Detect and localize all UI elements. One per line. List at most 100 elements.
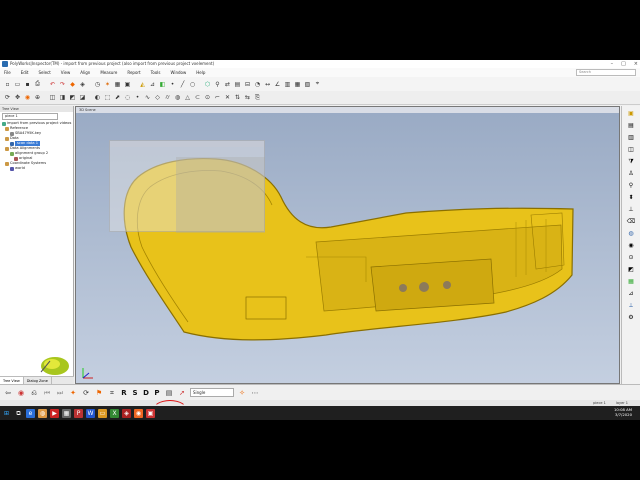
print-icon[interactable]: ⎙ bbox=[33, 80, 42, 89]
menu-window[interactable]: Window bbox=[170, 68, 186, 77]
section-icon[interactable]: ⊟ bbox=[243, 80, 252, 89]
cube-icon[interactable]: ▣ bbox=[123, 80, 132, 89]
view-iso-icon[interactable]: ◪ bbox=[78, 93, 87, 102]
undo-icon[interactable]: ↶ bbox=[48, 80, 57, 89]
search-input[interactable]: Search bbox=[576, 69, 636, 76]
firefox-icon[interactable]: ◉ bbox=[134, 408, 143, 418]
tab-tree-view[interactable]: Tree View bbox=[0, 377, 24, 384]
vertex-icon[interactable]: ✕ bbox=[223, 93, 232, 102]
angle-icon[interactable]: ∠ bbox=[273, 80, 282, 89]
table-icon[interactable]: ▥ bbox=[283, 80, 292, 89]
walk-icon[interactable]: ⚲ bbox=[626, 182, 636, 190]
dot-icon[interactable]: • bbox=[133, 93, 142, 102]
menu-tools[interactable]: Tools bbox=[151, 68, 161, 77]
options-icon[interactable]: ⋯ bbox=[250, 388, 260, 398]
align-icon[interactable]: ◭ bbox=[138, 80, 147, 89]
sparkle-icon[interactable]: ✧ bbox=[237, 388, 247, 398]
s-button[interactable]: S bbox=[131, 389, 139, 397]
menu-measure[interactable]: Measure bbox=[100, 68, 117, 77]
trash-icon[interactable]: ⌫ bbox=[626, 218, 636, 226]
circle-icon[interactable]: ○ bbox=[188, 80, 197, 89]
settings-icon[interactable]: ⚙ bbox=[626, 314, 636, 322]
select-icon[interactable]: ⬈ bbox=[113, 93, 122, 102]
calculator-icon[interactable]: ▦ bbox=[62, 408, 71, 418]
maximize-icon[interactable]: □ bbox=[621, 60, 626, 68]
save-icon[interactable]: ▪ bbox=[23, 80, 32, 89]
media-icon[interactable]: ▶ bbox=[50, 408, 59, 418]
3d-viewport[interactable]: 3D Scene bbox=[75, 106, 620, 384]
display-icon[interactable]: ▥ bbox=[626, 134, 636, 142]
minimize-icon[interactable]: – bbox=[611, 60, 614, 68]
flip-icon[interactable]: ⇅ bbox=[233, 93, 242, 102]
edge-browser-icon[interactable]: e bbox=[26, 408, 35, 418]
play-back-icon[interactable]: ⏮ bbox=[42, 388, 52, 398]
compare-icon[interactable]: ⇄ bbox=[223, 80, 232, 89]
shading-icon[interactable]: ◐ bbox=[93, 93, 102, 102]
pointer-icon[interactable]: ➚ bbox=[177, 388, 187, 398]
new-file-icon[interactable]: ▫ bbox=[3, 80, 12, 89]
plane-icon[interactable]: ◧ bbox=[158, 80, 167, 89]
copy-icon[interactable]: ⎘ bbox=[253, 93, 262, 102]
r-button[interactable]: R bbox=[120, 389, 128, 397]
hole-icon[interactable]: ⊙ bbox=[203, 93, 212, 102]
feature-icon[interactable]: ⬡ bbox=[203, 80, 212, 89]
measure-icon[interactable]: ⊿ bbox=[148, 80, 157, 89]
line-icon[interactable]: ╱ bbox=[178, 80, 187, 89]
tag-icon[interactable]: ⌗ bbox=[107, 388, 117, 398]
pin-icon[interactable]: ⌖ bbox=[313, 80, 322, 89]
compare-view-icon[interactable]: ◫ bbox=[626, 146, 636, 154]
report-icon[interactable]: ▤ bbox=[233, 80, 242, 89]
p-button[interactable]: P bbox=[153, 389, 161, 397]
taskview-icon[interactable]: ⧉ bbox=[14, 409, 23, 418]
annotation-icon[interactable]: ⊿ bbox=[626, 290, 636, 298]
cylinder-icon[interactable]: ⌭ bbox=[163, 93, 172, 102]
sheet-icon[interactable]: ▤ bbox=[164, 388, 174, 398]
piece-selector[interactable]: piece 1 bbox=[2, 113, 58, 120]
view-side-icon[interactable]: ◩ bbox=[68, 93, 77, 102]
section-plane-icon[interactable]: ◩ bbox=[626, 266, 636, 274]
eye-icon[interactable]: ◉ bbox=[626, 242, 636, 250]
polyworks-icon[interactable]: ◈ bbox=[122, 408, 131, 418]
explorer-icon[interactable]: ▭ bbox=[98, 408, 107, 418]
fire-icon[interactable]: ✶ bbox=[103, 80, 112, 89]
view-front-icon[interactable]: ◫ bbox=[48, 93, 57, 102]
curve-icon[interactable]: ∿ bbox=[143, 93, 152, 102]
link-icon[interactable]: ⎌ bbox=[29, 388, 39, 398]
redo-icon[interactable]: ↷ bbox=[58, 80, 67, 89]
tree-item-world[interactable]: world bbox=[2, 166, 73, 171]
arrow-left-icon[interactable]: ⇦ bbox=[3, 388, 13, 398]
point-icon[interactable]: • bbox=[168, 80, 177, 89]
grid-icon[interactable]: ▦ bbox=[293, 80, 302, 89]
probe-icon[interactable]: ⚲ bbox=[213, 80, 222, 89]
wireframe-icon[interactable]: ⬚ bbox=[103, 93, 112, 102]
layers-icon[interactable]: ▤ bbox=[626, 122, 636, 130]
system-clock[interactable]: 10:08 AM 3/7/2020 bbox=[614, 407, 632, 417]
pan-icon[interactable]: ✥ bbox=[13, 93, 22, 102]
d-button[interactable]: D bbox=[142, 389, 150, 397]
clock-icon[interactable]: ◷ bbox=[93, 80, 102, 89]
mesh-icon[interactable]: ▦ bbox=[113, 80, 122, 89]
start-icon[interactable]: ⊞ bbox=[2, 408, 11, 418]
rotate-icon[interactable]: ⟳ bbox=[3, 93, 12, 102]
menu-help[interactable]: Help bbox=[196, 68, 205, 77]
powerpoint-icon[interactable]: P bbox=[74, 408, 83, 418]
menu-edit[interactable]: Edit bbox=[21, 68, 29, 77]
menu-select[interactable]: Select bbox=[38, 68, 50, 77]
import-icon[interactable]: ◆ bbox=[68, 80, 77, 89]
weight-icon[interactable]: ⊥ bbox=[626, 206, 636, 214]
menu-view[interactable]: View bbox=[61, 68, 71, 77]
chart-icon[interactable]: ▧ bbox=[303, 80, 312, 89]
mirror-icon[interactable]: ⇆ bbox=[243, 93, 252, 102]
menu-file[interactable]: File bbox=[4, 68, 11, 77]
flag-icon[interactable]: ⚑ bbox=[94, 388, 104, 398]
step-icon[interactable]: ⏭ bbox=[55, 388, 65, 398]
repeat-icon[interactable]: ⟳ bbox=[81, 388, 91, 398]
lasso-icon[interactable]: ◌ bbox=[123, 93, 132, 102]
distance-icon[interactable]: ↔ bbox=[263, 80, 272, 89]
close-icon[interactable]: × bbox=[634, 60, 638, 68]
selection-mode-select[interactable]: Single bbox=[190, 388, 234, 397]
zoom-icon[interactable]: ⊕ bbox=[33, 93, 42, 102]
menu-align[interactable]: Align bbox=[80, 68, 90, 77]
macro-icon[interactable]: ✦ bbox=[68, 388, 78, 398]
open-icon[interactable]: ▭ bbox=[13, 80, 22, 89]
